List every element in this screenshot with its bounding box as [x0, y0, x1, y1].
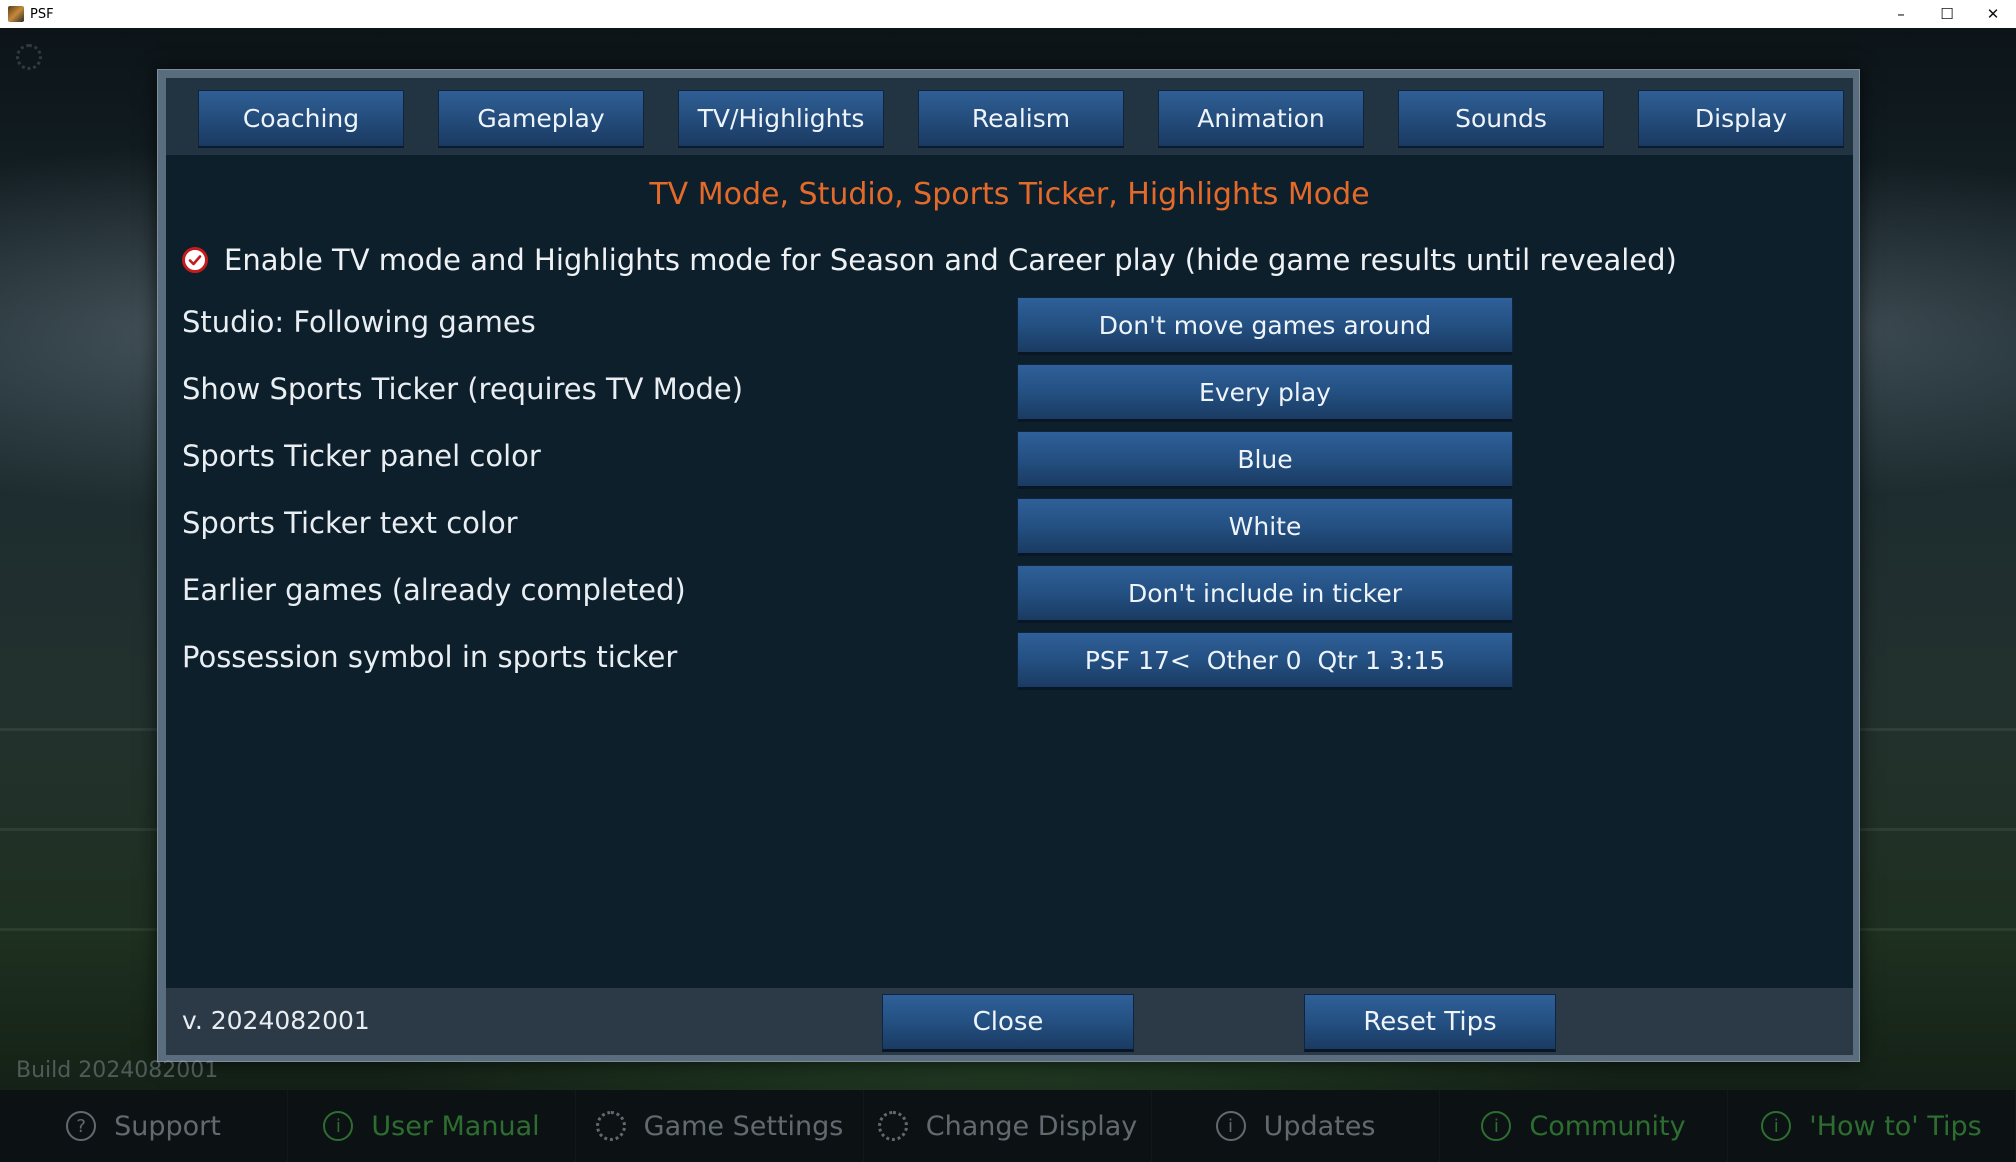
option-label: Sports Ticker text color: [182, 506, 518, 540]
enable-tv-mode-checkbox[interactable]: Enable TV mode and Highlights mode for S…: [182, 243, 1677, 277]
info-icon: i: [323, 1111, 354, 1141]
option-label: Studio: Following games: [182, 305, 536, 339]
build-label: Build 2024082001: [16, 1058, 219, 1083]
gear-icon: [877, 1111, 908, 1141]
tab-gameplay[interactable]: Gameplay: [438, 90, 644, 148]
dialog-footer: v. 2024082001 Close Reset Tips: [166, 988, 1853, 1055]
settings-dialog: Coaching Gameplay TV/Highlights Realism …: [157, 69, 1860, 1062]
tab-display[interactable]: Display: [1638, 90, 1844, 148]
nav-game-settings[interactable]: Game Settings: [576, 1090, 864, 1162]
nav-change-display[interactable]: Change Display: [864, 1090, 1152, 1162]
settings-content: TV Mode, Studio, Sports Ticker, Highligh…: [166, 155, 1853, 988]
enable-tv-mode-label: Enable TV mode and Highlights mode for S…: [224, 243, 1677, 277]
tab-animation[interactable]: Animation: [1158, 90, 1364, 148]
nav-community[interactable]: i Community: [1440, 1090, 1728, 1162]
nav-label: Updates: [1263, 1110, 1376, 1142]
nav-label: 'How to' Tips: [1809, 1110, 1982, 1142]
nav-how-to-tips[interactable]: i 'How to' Tips: [1728, 1090, 2016, 1162]
tab-realism[interactable]: Realism: [918, 90, 1124, 148]
close-button[interactable]: Close: [882, 994, 1134, 1052]
option-label: Show Sports Ticker (requires TV Mode): [182, 372, 744, 406]
nav-support[interactable]: ? Support: [0, 1090, 288, 1162]
settings-gear-icon[interactable]: [16, 44, 42, 70]
reset-tips-button[interactable]: Reset Tips: [1304, 994, 1556, 1052]
section-title: TV Mode, Studio, Sports Ticker, Highligh…: [649, 177, 1370, 212]
version-label: v. 2024082001: [182, 1006, 370, 1035]
option-label: Earlier games (already completed): [182, 573, 686, 607]
nav-user-manual[interactable]: i User Manual: [288, 1090, 576, 1162]
show-sports-ticker-button[interactable]: Every play: [1017, 364, 1513, 422]
nav-label: Support: [114, 1110, 221, 1142]
info-icon: i: [1481, 1111, 1512, 1141]
bottom-nav: ? Support i User Manual Game Settings Ch…: [0, 1090, 2016, 1162]
ticker-panel-color-button[interactable]: Blue: [1017, 431, 1513, 489]
minimize-button[interactable]: –: [1878, 0, 1924, 28]
nav-updates[interactable]: i Updates: [1152, 1090, 1440, 1162]
window-title: PSF: [30, 6, 54, 22]
maximize-button[interactable]: ☐: [1924, 0, 1970, 28]
help-icon: ?: [66, 1111, 97, 1141]
option-label: Possession symbol in sports ticker: [182, 640, 678, 674]
app-icon: [8, 6, 24, 22]
nav-label: Game Settings: [643, 1110, 844, 1142]
tab-sounds[interactable]: Sounds: [1398, 90, 1604, 148]
gear-icon: [595, 1111, 626, 1141]
window-titlebar: PSF – ☐ ✕: [0, 0, 2016, 28]
ticker-text-color-button[interactable]: White: [1017, 498, 1513, 556]
possession-symbol-button[interactable]: PSF 17< Other 0 Qtr 1 3:15: [1017, 632, 1513, 690]
info-icon: i: [1761, 1111, 1792, 1141]
studio-following-games-button[interactable]: Don't move games around: [1017, 297, 1513, 355]
close-window-button[interactable]: ✕: [1970, 0, 2016, 28]
nav-label: Change Display: [925, 1110, 1138, 1142]
tab-tv-highlights[interactable]: TV/Highlights: [678, 90, 884, 148]
nav-label: User Manual: [371, 1110, 540, 1142]
window-controls: – ☐ ✕: [1878, 0, 2016, 28]
option-label: Sports Ticker panel color: [182, 439, 541, 473]
info-icon: i: [1215, 1111, 1246, 1141]
tab-coaching[interactable]: Coaching: [198, 90, 404, 148]
red-check-circle-icon[interactable]: [182, 247, 208, 273]
nav-label: Community: [1529, 1110, 1686, 1142]
settings-tabbar: Coaching Gameplay TV/Highlights Realism …: [166, 78, 1853, 155]
earlier-games-button[interactable]: Don't include in ticker: [1017, 565, 1513, 623]
